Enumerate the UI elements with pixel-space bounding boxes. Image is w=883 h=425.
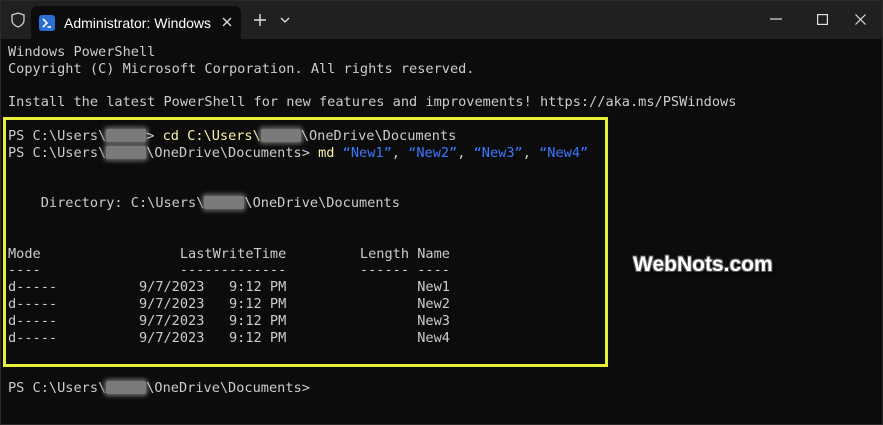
watermark: WebNots.com — [633, 253, 773, 276]
separator: , — [522, 144, 540, 161]
directory-label: Directory: C:\Users\ — [8, 195, 205, 212]
redacted-username — [260, 128, 301, 142]
banner-line — [8, 78, 878, 95]
prompt-line-cd: PS C:\Users\ > cd C:\Users\ \OneDrive\Docu… — [8, 128, 878, 145]
shield-icon[interactable] — [7, 9, 29, 31]
banner-line: Copyright (C) Microsoft Corporation. All… — [8, 60, 475, 77]
directory-line: Directory: C:\Users\ \OneDrive\Documents — [8, 195, 878, 212]
redacted-username — [106, 145, 147, 159]
table-row: d----- 9/7/2023 9:12 PM New1 — [8, 279, 450, 296]
command-name: md — [318, 144, 343, 161]
terminal-output[interactable]: Windows PowerShell Copyright (C) Microso… — [8, 44, 878, 424]
terminal-window: Administrator: Windows PowerShell Window… — [0, 0, 883, 425]
minimize-icon[interactable] — [753, 1, 799, 37]
prompt-text: \OneDrive\Documents> — [146, 379, 310, 396]
title-bar[interactable]: Administrator: Windows PowerShell — [1, 1, 882, 39]
banner-line: Windows PowerShell — [8, 44, 156, 60]
banner-line: Install the latest PowerShell for new fe… — [8, 94, 737, 111]
tab-title: Administrator: Windows PowerShell — [64, 14, 214, 31]
powershell-icon — [39, 14, 55, 31]
close-icon[interactable] — [219, 14, 235, 30]
command-path: \OneDrive\Documents — [300, 127, 457, 144]
command-arg: “New2” — [408, 144, 458, 161]
table-row: d----- 9/7/2023 9:12 PM New3 — [8, 312, 450, 329]
table-row: d----- 9/7/2023 9:12 PM New4 — [8, 329, 450, 346]
separator: , — [457, 144, 474, 161]
final-prompt: PS C:\Users\ \OneDrive\Documents> — [8, 380, 878, 397]
redacted-username — [204, 196, 245, 210]
prompt-text: > — [146, 127, 163, 144]
prompt-text: PS C:\Users\ — [8, 127, 107, 144]
separator: , — [391, 144, 409, 161]
directory-path: \OneDrive\Documents — [244, 195, 400, 212]
redacted-username — [106, 380, 147, 394]
prompt-text: \OneDrive\Documents> — [146, 144, 319, 161]
prompt-text: PS C:\Users\ — [8, 144, 107, 161]
close-window-icon[interactable] — [837, 1, 883, 37]
plus-icon[interactable] — [250, 10, 270, 30]
command-arg: “New3” — [473, 144, 523, 161]
prompt-line-md: PS C:\Users\ \OneDrive\Documents> md “New… — [8, 145, 878, 162]
tab-powershell[interactable]: Administrator: Windows PowerShell — [31, 6, 241, 39]
table-row: d----- 9/7/2023 9:12 PM New2 — [8, 295, 450, 312]
chevron-down-icon[interactable] — [277, 10, 293, 30]
prompt-text: PS C:\Users\ — [8, 379, 107, 396]
command-arg: “New1” — [342, 144, 392, 161]
command-name: cd C:\Users\ — [162, 127, 261, 144]
redacted-username — [106, 128, 147, 142]
command-arg: “New4” — [539, 144, 589, 161]
